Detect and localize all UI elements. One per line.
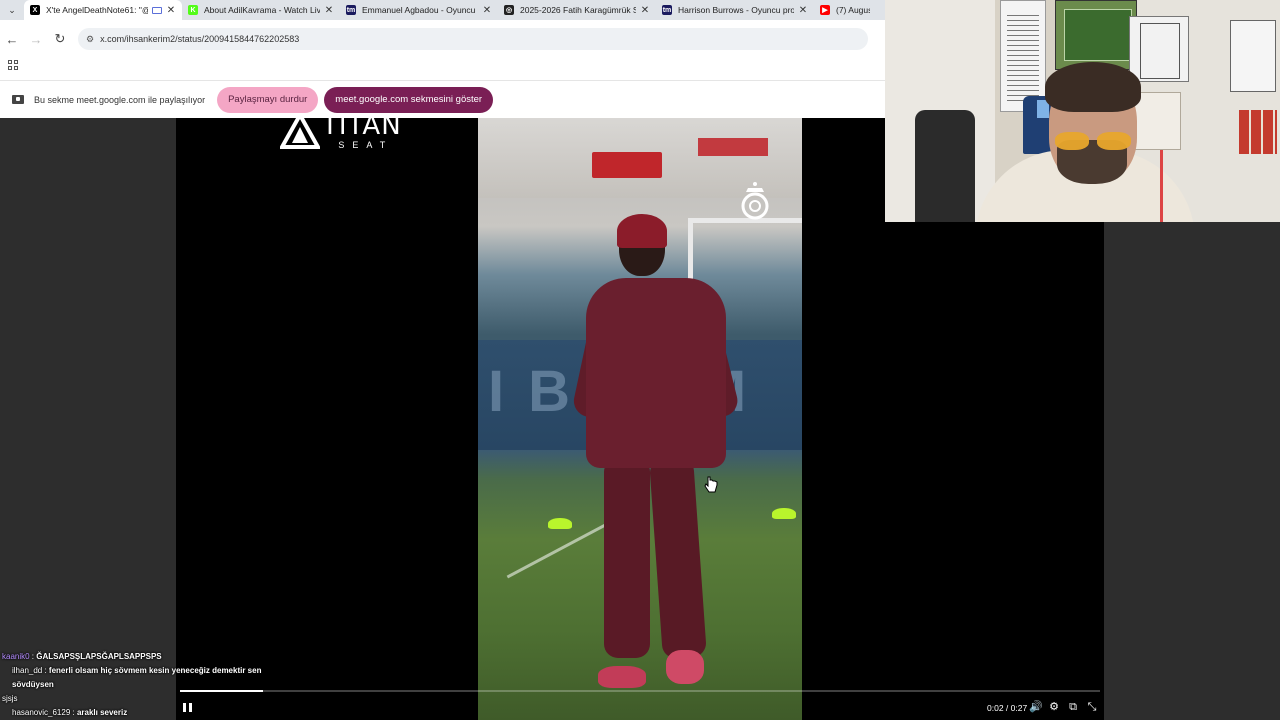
chat-message-continuation: sjsjs: [2, 694, 18, 703]
chair: [915, 110, 975, 222]
player-shoe: [666, 650, 704, 684]
tab-title: X'te AngelDeathNote61: "@: [46, 5, 148, 15]
volume-icon[interactable]: 🔊: [1029, 700, 1043, 714]
tab-close-icon[interactable]: ✕: [798, 5, 808, 16]
player-shoe: [598, 666, 646, 688]
browser-tab[interactable]: ▶ (7) August P: [814, 0, 876, 20]
reload-icon[interactable]: ↻: [48, 31, 72, 47]
tactics-board: [1230, 20, 1276, 92]
toolbar: ← → ↻ ⚙ x.com/ihsankerim2/status/2009415…: [0, 28, 885, 50]
browser-tab[interactable]: K About AdilKavrama - Watch Liv ✕: [182, 0, 340, 20]
browser-tab[interactable]: tm Emmanuel Agbadou - Oyuncu ✕: [340, 0, 498, 20]
wall-poster: [1239, 110, 1277, 154]
wall-poster: [1055, 0, 1137, 70]
seek-bar[interactable]: [180, 690, 1100, 692]
titan-subtitle: SEAT: [338, 140, 394, 150]
chat-text: ĞALSAPSŞLAPSĞAPLSAPPSPS: [36, 652, 162, 661]
chat-username: ilhan_dd: [12, 666, 43, 675]
screen: IBA M TITAN SEAT ⌄: [0, 0, 1280, 720]
tab-strip: ⌄ X X'te AngelDeathNote61: "@ ✕ K About Adil…: [0, 0, 885, 20]
browser-tab[interactable]: ◎ 2025-2026 Fatih Karagümrük S. ✕: [498, 0, 656, 20]
stream-chat: kaanik0 : ĞALSAPSŞLAPSĞAPLSAPPSPS ilhan_d…: [2, 650, 302, 720]
browser-window: ⌄ X X'te AngelDeathNote61: "@ ✕ K About Adil…: [0, 0, 885, 118]
show-meet-tab-button[interactable]: meet.google.com sekmesini göster: [324, 86, 494, 113]
back-arrow-icon[interactable]: ←: [0, 32, 24, 47]
chat-text: araklı severiz: [76, 708, 128, 717]
chat-message: hasanovic_6129 : araklı severiz: [12, 708, 128, 717]
club-crest-icon: [741, 182, 769, 220]
training-cone: [772, 508, 796, 519]
player-hat: [617, 214, 667, 248]
tab-favicon-icon: ▶: [820, 5, 830, 15]
player-leg: [604, 458, 650, 658]
microphone-cable: [1160, 150, 1163, 222]
tab-search-icon[interactable]: ⌄: [0, 0, 24, 20]
screen-share-icon: [12, 95, 24, 104]
address-bar[interactable]: ⚙ x.com/ihsankerim2/status/2009415844762…: [78, 28, 868, 50]
exit-fullscreen-icon[interactable]: ⤡: [1086, 700, 1098, 714]
pip-icon[interactable]: ⧉: [1067, 700, 1079, 714]
site-settings-icon[interactable]: ⚙: [86, 34, 94, 45]
titan-mark-icon: [280, 113, 320, 149]
browser-tab[interactable]: tm Harrison Burrows - Oyuncu pro ✕: [656, 0, 814, 20]
wall-poster: [1129, 16, 1189, 82]
screen-share-bar: Bu sekme meet.google.com ile paylaşılıyo…: [0, 80, 885, 118]
tab-close-icon[interactable]: ✕: [166, 5, 176, 16]
streamer-hair: [1045, 62, 1141, 112]
streamer-glasses: [1055, 132, 1135, 152]
address-url: x.com/ihsankerim2/status/200941584476220…: [100, 34, 300, 44]
tab-favicon-icon: K: [188, 5, 198, 15]
training-cone: [548, 518, 572, 529]
forward-arrow-icon[interactable]: →: [24, 32, 48, 47]
webcam-overlay: [885, 0, 1280, 222]
tab-favicon-icon: X: [30, 5, 40, 15]
tab-close-icon[interactable]: ✕: [482, 5, 492, 16]
side-panel: [1104, 222, 1280, 720]
browser-tab[interactable]: X X'te AngelDeathNote61: "@ ✕: [24, 0, 182, 20]
stop-sharing-button[interactable]: Paylaşmayı durdur: [217, 86, 319, 113]
settings-gear-icon[interactable]: ⚙: [1048, 700, 1060, 714]
tab-favicon-icon: ◎: [504, 5, 514, 15]
chat-text: fenerli olsam hiç sövmem kesin yeneceğiz…: [12, 666, 262, 689]
video-frame[interactable]: IBA M: [478, 118, 802, 720]
player-leg: [649, 456, 707, 660]
hand-cursor-icon: [704, 476, 718, 493]
tab-favicon-icon: tm: [662, 5, 672, 15]
apps-grid-icon[interactable]: [8, 60, 18, 70]
tab-close-icon[interactable]: ✕: [640, 5, 650, 16]
bookmarks-bar: [0, 56, 18, 74]
tab-title: Emmanuel Agbadou - Oyuncu: [362, 5, 476, 15]
tab-favicon-icon: tm: [346, 5, 356, 15]
chat-message: ilhan_dd : fenerli olsam hiç sövmem kesi…: [12, 666, 262, 689]
chat-username: hasanovic_6129: [12, 708, 71, 717]
playback-time: 0:02 / 0:27: [987, 703, 1028, 713]
tab-title: 2025-2026 Fatih Karagümrük S.: [520, 5, 636, 15]
tab-close-icon[interactable]: ✕: [324, 5, 334, 16]
chat-message: kaanik0 : ĞALSAPSŞLAPSĞAPLSAPPSPS: [2, 652, 162, 661]
chat-username: kaanik0: [2, 652, 30, 661]
tab-title: Harrison Burrows - Oyuncu pro: [678, 5, 794, 15]
tab-title: About AdilKavrama - Watch Liv: [204, 5, 320, 15]
player-jacket: [586, 278, 726, 468]
share-message: Bu sekme meet.google.com ile paylaşılıyo…: [34, 94, 206, 105]
tab-media-icon: [152, 6, 162, 14]
tab-title: (7) August P: [836, 5, 870, 15]
